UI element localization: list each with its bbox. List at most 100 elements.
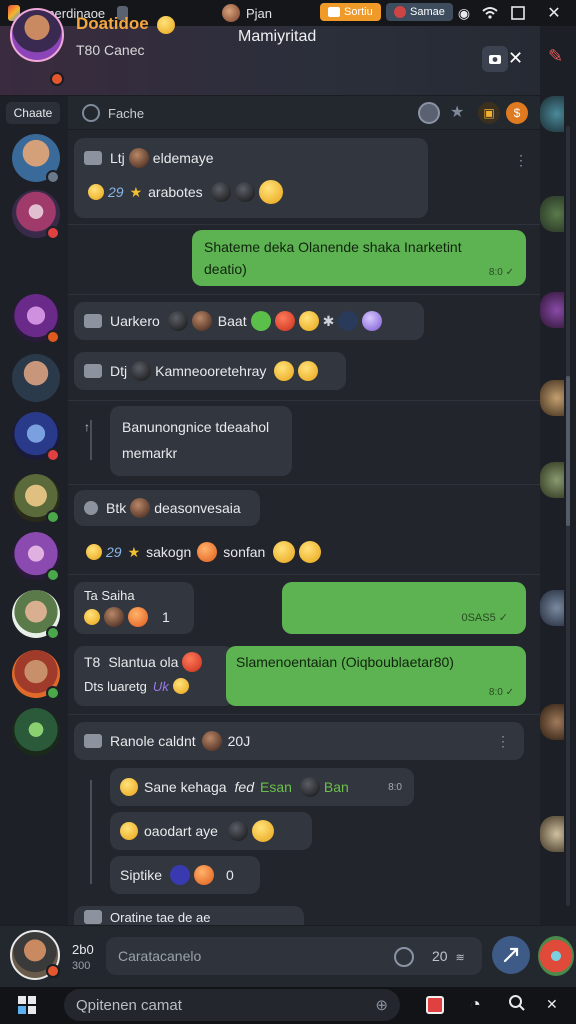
message-bubble-outgoing[interactable]: 0SAS5 ✓: [282, 582, 526, 634]
search-icon[interactable]: [508, 994, 526, 1017]
user-chip[interactable]: Pjan: [222, 4, 272, 22]
counter-text: 20: [432, 948, 448, 964]
sidebar-badge: [46, 568, 60, 582]
more-options-icon[interactable]: ⋮: [496, 733, 510, 750]
message-text: Banunongnice tdeaahol memarkr: [122, 419, 270, 461]
member-avatar[interactable]: [540, 96, 564, 132]
image-icon: [84, 734, 102, 748]
divider: [68, 484, 540, 485]
moon-emoji-icon: [338, 311, 359, 331]
screenshot-button[interactable]: [482, 46, 508, 72]
meta-text: 0SAS5: [461, 612, 496, 624]
camera-icon[interactable]: ◔: [470, 994, 481, 1015]
emoji-button-icon[interactable]: [394, 947, 414, 967]
plus-circle-icon[interactable]: ⊕: [375, 996, 388, 1014]
message-text: Dts luaretg: [84, 678, 147, 694]
close-icon[interactable]: ✕: [546, 996, 558, 1013]
taskbar-search-placeholder: Qpitenen camat: [76, 996, 182, 1014]
search-label[interactable]: Fache: [108, 106, 144, 121]
app-icon[interactable]: [426, 996, 444, 1014]
message-bubble[interactable]: oaodart aye: [110, 812, 312, 850]
status-badge: [50, 72, 64, 86]
message-bubble-outgoing[interactable]: Shateme deka Olanende shaka Inarketint d…: [192, 230, 526, 286]
member-avatar[interactable]: [540, 462, 564, 498]
member-avatar[interactable]: [540, 196, 564, 232]
avatar-icon: [167, 311, 188, 331]
message-time: 8:0: [388, 781, 402, 793]
message-bubble[interactable]: Oratine tae de ae: [74, 906, 304, 925]
message-bubble[interactable]: Dtj Kamneooretehray: [74, 352, 346, 390]
sidebar-chat-avatar[interactable]: [12, 354, 60, 402]
member-avatar[interactable]: [540, 590, 564, 626]
triangle-emoji-icon: [170, 865, 191, 885]
orange-emoji-icon: [194, 865, 215, 885]
sortiu-pill[interactable]: Sortiu: [320, 3, 381, 21]
message-bubble[interactable]: Banunongnice tdeaahol memarkr: [110, 406, 292, 476]
message-bubble[interactable]: T8 Slantua ola Dts luaretg Uk: [74, 646, 234, 706]
start-menu-icon[interactable]: [16, 994, 38, 1016]
input-left-sub: 300: [72, 960, 91, 972]
member-avatar[interactable]: [540, 816, 564, 852]
star-icon[interactable]: ★: [450, 102, 464, 122]
message-bubble[interactable]: Ranole caldnt 20J ⋮: [74, 722, 524, 760]
avatar-icon: [201, 731, 222, 751]
pin-icon[interactable]: ✎: [548, 46, 568, 66]
orange-emoji-icon: [128, 607, 148, 627]
message-text: Siptike: [120, 867, 163, 883]
input-placeholder: Caratacanelo: [118, 948, 202, 964]
message-input[interactable]: Caratacanelo: [106, 937, 482, 975]
gem-emoji-icon: [250, 311, 271, 331]
samae-pill[interactable]: Samae: [386, 3, 453, 21]
channel-avatar[interactable]: [10, 8, 64, 62]
message-bubble[interactable]: Siptike 0: [110, 856, 260, 894]
message-bubble-outgoing[interactable]: Slamenoentaian (Oiqboublaetar80) 8:0 ✓: [226, 646, 526, 706]
scrollbar-track[interactable]: [566, 126, 570, 906]
member-avatar[interactable]: [540, 704, 564, 740]
message-text: Shateme deka Olanende shaka Inarketint d…: [204, 239, 462, 277]
image-icon: [84, 151, 102, 165]
close-chat-icon[interactable]: ✕: [508, 48, 528, 70]
avatar-icon: [104, 607, 124, 627]
avatar-icon: [227, 821, 248, 841]
message-bubble[interactable]: Ta Saiha 1: [74, 582, 194, 634]
avatar-icon: [210, 182, 231, 202]
profile-icon: [394, 6, 406, 18]
sidebar-badge: [46, 170, 60, 184]
record-icon[interactable]: ◉: [456, 5, 472, 21]
member-avatar[interactable]: [540, 380, 564, 416]
maximize-icon[interactable]: [510, 5, 526, 21]
message-text: arabotes: [148, 184, 203, 200]
more-options-icon[interactable]: ⋮: [514, 152, 528, 169]
emoji-picker-icon[interactable]: [418, 102, 440, 124]
hands-emoji-icon: [84, 609, 100, 625]
wifi-icon[interactable]: [482, 5, 498, 21]
hands-emoji-icon: [120, 778, 138, 796]
avatar-icon: [191, 311, 212, 331]
message-bubble[interactable]: Ltj eldemaye 29 ★ arabotes: [74, 138, 428, 218]
message-time: 8:0 ✓: [488, 267, 514, 278]
coin-icon[interactable]: $: [506, 102, 528, 124]
sidebar-chat-avatar[interactable]: [12, 708, 60, 756]
channel-title-text: Doatidoe: [76, 14, 149, 33]
search-icon[interactable]: [82, 104, 100, 122]
image-icon: [84, 314, 102, 328]
smile-emoji-icon: [157, 15, 176, 34]
message-line: T8 Slantua ola: [84, 652, 224, 672]
sparkle-icon: ✱: [322, 312, 335, 329]
message-bubble[interactable]: Btk deasonvesaia: [74, 490, 260, 526]
sticker-avatar[interactable]: [538, 936, 574, 976]
message-bubble[interactable]: Uarkero Baat ✱: [74, 302, 424, 340]
scrollbar-thumb[interactable]: [566, 376, 570, 526]
taskbar-search[interactable]: Qpitenen camat ⊕: [64, 989, 400, 1021]
member-avatar[interactable]: [540, 292, 564, 328]
divider: [68, 574, 540, 575]
message-user: Btk: [106, 500, 127, 516]
message-bubble[interactable]: Sane kehaga fed Esan Ban 8:0: [110, 768, 414, 806]
close-window-icon[interactable]: ✕: [546, 5, 562, 22]
gem-emoji-icon: [182, 652, 203, 672]
gift-icon[interactable]: ▣: [478, 102, 500, 124]
send-button[interactable]: [492, 936, 530, 974]
smile-emoji-icon: [298, 311, 319, 331]
tab-chats[interactable]: Chaate: [6, 102, 60, 124]
sidebar-badge: [46, 448, 60, 462]
